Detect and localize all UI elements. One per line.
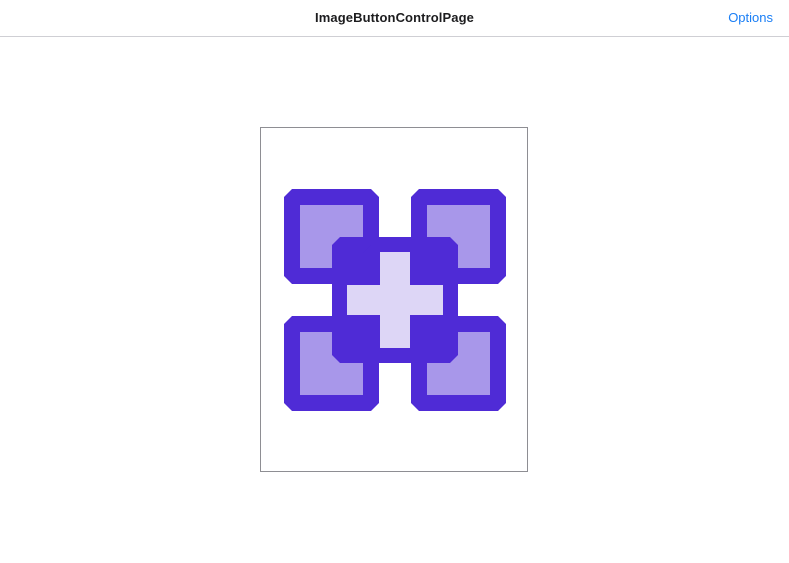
page-content	[0, 38, 789, 563]
navigation-bar: ImageButtonControlPage Options	[0, 0, 789, 37]
options-button[interactable]: Options	[728, 10, 773, 25]
app-window: ImageButtonControlPage Options	[0, 0, 789, 563]
plus-tiles-icon	[284, 189, 506, 411]
image-button[interactable]	[260, 127, 528, 472]
page-title: ImageButtonControlPage	[315, 10, 474, 25]
tile-center	[332, 237, 458, 363]
